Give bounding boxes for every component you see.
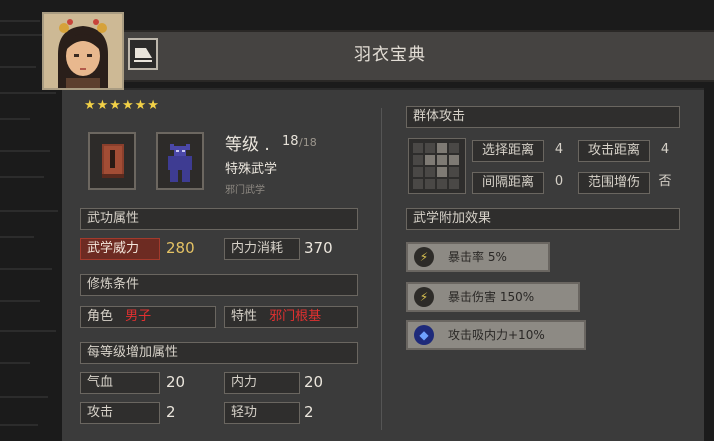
mp-value: 20	[304, 373, 324, 391]
section-requirements: 修炼条件	[80, 274, 358, 296]
attack-range-value: 4	[660, 142, 670, 157]
effect-label: 暴击伤害 150%	[448, 290, 535, 304]
effect-label: 攻击吸内力+10%	[448, 328, 545, 342]
lightning-icon: ⚡	[414, 287, 434, 307]
select-range-label: 选择距离	[472, 140, 544, 162]
trait-requirement: 特性 邪门根基	[224, 306, 358, 328]
mp-cost-value: 370	[304, 239, 333, 257]
agility-value: 2	[304, 403, 314, 421]
page-title: 羽衣宝典	[354, 45, 426, 65]
power-value: 280	[166, 239, 195, 257]
section-extra-effects: 武学附加效果	[406, 208, 680, 230]
interval-value: 0	[554, 174, 564, 189]
interval-label: 间隔距离	[472, 172, 544, 194]
mp-cost-label: 内力消耗	[224, 238, 300, 260]
fan-icon	[134, 48, 152, 62]
level-max: /18	[299, 136, 317, 149]
aoe-bonus-value: 否	[658, 174, 672, 189]
skill-type: 特殊武学	[225, 162, 278, 177]
back-button[interactable]	[128, 38, 158, 70]
avatar[interactable]	[42, 12, 124, 90]
select-range-value: 4	[554, 142, 564, 157]
section-attributes: 武功属性	[80, 208, 358, 230]
role-value: 男子	[125, 309, 152, 324]
blue-orb-icon: ◆	[414, 325, 434, 345]
atk-label: 攻击	[80, 402, 160, 424]
skill-subtype: 邪门武学	[225, 185, 265, 196]
effect-crit-rate[interactable]: ⚡ 暴击率 5%	[406, 242, 550, 272]
lightning-icon: ⚡	[414, 247, 434, 267]
character-portrait-icon	[44, 14, 122, 88]
section-per-level: 每等级增加属性	[80, 342, 358, 364]
effect-crit-damage[interactable]: ⚡ 暴击伤害 150%	[406, 282, 580, 312]
power-label: 武学威力	[80, 238, 160, 260]
level-value: 18	[282, 134, 299, 149]
agility-label: 轻功	[224, 402, 300, 424]
hp-value: 20	[166, 373, 186, 391]
attack-range-label: 攻击距离	[578, 140, 650, 162]
skill-type-slot[interactable]	[156, 132, 204, 190]
effect-mp-drain[interactable]: ◆ 攻击吸内力+10%	[406, 320, 586, 350]
atk-value: 2	[166, 403, 176, 421]
section-group-attack: 群体攻击	[406, 106, 680, 128]
level-label: 等级 .	[225, 135, 270, 155]
book-icon	[102, 144, 124, 178]
demon-icon	[168, 144, 192, 182]
aoe-bonus-label: 范围增伤	[578, 172, 650, 194]
panel-divider	[381, 108, 382, 430]
attack-range-grid	[408, 138, 466, 194]
skill-stars: ★★★★★★	[84, 98, 160, 113]
role-label: 角色	[87, 309, 114, 324]
effect-label: 暴击率 5%	[448, 250, 507, 264]
hp-label: 气血	[80, 372, 160, 394]
mp-label: 内力	[224, 372, 300, 394]
trait-value: 邪门根基	[269, 309, 322, 324]
trait-label: 特性	[231, 309, 258, 324]
skill-book-slot[interactable]	[88, 132, 136, 190]
role-requirement: 角色 男子	[80, 306, 216, 328]
